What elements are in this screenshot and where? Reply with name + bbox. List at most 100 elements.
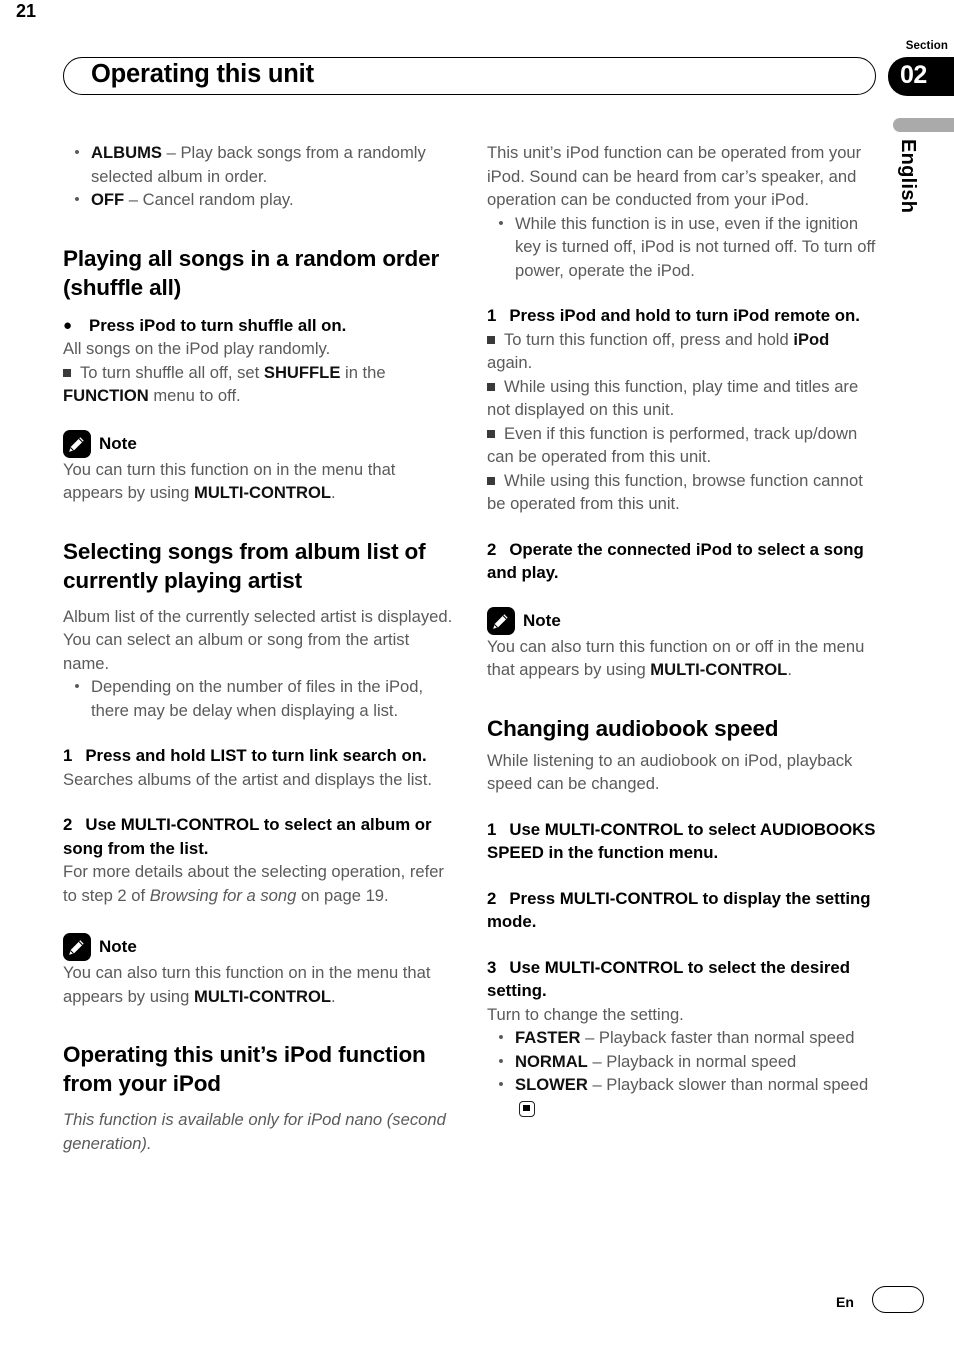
section-number-tab: 02 [888,57,954,96]
step-1-audiobook: 1 Use MULTI-CONTROL to select AUDIOBOOKS … [487,818,878,865]
note-body-post: . [787,660,792,679]
list-item: • NORMAL – Playback in normal speed [487,1050,878,1074]
note-body-post: . [331,483,336,502]
note-header: Note [487,606,878,635]
list-item-text: SLOWER – Playback slower than normal spe… [515,1073,878,1120]
action-shuffle-all: ● Press iPod to turn shuffle all on. [63,314,454,338]
option-dash: – [587,1051,607,1071]
note-title: Note [523,610,561,630]
option-desc: Playback faster than normal speed [598,1028,855,1047]
step-1-note: To turn this function off, press and hol… [487,328,878,375]
note-bold: iPod [793,329,830,349]
language-tab-label: English [897,139,919,214]
note-body: You can turn this function on in the men… [63,458,454,505]
section-number: 02 [900,61,927,89]
step-1-note: While using this function, play time and… [487,375,878,422]
action-text: Press iPod to turn shuffle all on. [89,315,347,335]
list-item-text: While this function is in use, even if t… [515,213,876,280]
step-title: Use MULTI-CONTROL to select an album or … [63,815,432,858]
note-header: Note [63,429,454,458]
step-title: Press iPod and hold to turn iPod remote … [509,306,860,325]
option-dash: – [161,143,181,162]
right-intro: This unit’s iPod function can be operate… [487,143,862,209]
note-pre: While using this function, browse functi… [487,470,863,514]
list-item: • SLOWER – Playback slower than normal s… [487,1073,878,1120]
note-post: menu to off. [148,386,241,405]
step-number: 2 [487,888,497,908]
right-column: This unit’s iPod function can be operate… [487,141,878,1120]
step-1-album-list: 1 Press and hold LIST to turn link search… [63,744,454,768]
shuffle-all-body: All songs on the iPod play randomly. [63,339,331,358]
list-item: • OFF – Cancel random play. [63,188,454,212]
bullet-square-icon [63,368,71,377]
list-item: • Depending on the number of files in th… [63,675,454,722]
list-item: • ALBUMS – Play back songs from a random… [63,141,454,188]
step-2-album-list: 2 Use MULTI-CONTROL to select an album or… [63,813,454,860]
step-title: Use MULTI-CONTROL to select the desired … [487,957,850,1001]
note-pre: To turn this function off, press and hol… [504,329,794,349]
bullet-dot-icon: • [74,144,80,161]
pencil-note-icon [487,606,515,635]
step-1-note: While using this function, browse functi… [487,469,878,516]
list-item-text: NORMAL – Playback in normal speed [515,1050,878,1074]
heading-audiobook-speed: Changing audiobook speed [487,715,779,741]
bullet-square-icon [487,429,495,438]
step-1-ipod-remote: 1 Press iPod and hold to turn iPod remote… [487,304,878,328]
note-mid: in the [340,362,386,382]
heading-album-list: Selecting songs from album list of curre… [63,538,426,593]
list-item-text: Depending on the number of files in the … [91,677,424,720]
note-title: Note [99,433,137,453]
page-number: 21 [15,1,37,21]
step-number: 2 [487,539,497,559]
step-title: Use MULTI-CONTROL to select AUDIOBOOKS S… [487,819,876,863]
step-2-body: For more details about the selecting ope… [63,860,454,907]
page-number-pill [872,1286,924,1313]
note-body: You can also turn this function on in th… [63,961,454,1008]
bullet-dot-icon: • [498,214,504,232]
audiobook-body: While listening to an audiobook on iPod,… [487,750,853,794]
left-column: • ALBUMS – Play back songs from a random… [63,141,454,1155]
option-dash: – [580,1028,599,1047]
album-list-body: Album list of the currently selected art… [63,606,453,673]
heading-shuffle-all: Playing all songs in a random order (shu… [63,245,440,300]
option-term: SLOWER [515,1075,588,1094]
step-title: Press and hold LIST to turn link search … [85,746,427,765]
step-number: 1 [487,306,497,325]
option-dash: – [587,1075,607,1094]
step-1-note: Even if this function is performed, trac… [487,422,878,469]
note-body-bold: MULTI-CONTROL [650,660,788,679]
note-header: Note [63,933,454,961]
step-number: 2 [63,815,73,834]
page-title: Operating this unit [91,60,314,88]
option-term: OFF [91,190,125,209]
note-title: Note [99,937,137,957]
option-dash: – [124,190,143,209]
step-number: 1 [63,746,73,765]
bullet-dot-icon: • [498,1052,504,1070]
note-pre: While using this function, play time and… [487,376,859,420]
step-title: Press MULTI-CONTROL to display the setti… [487,888,871,932]
step-2-ipod-remote: 2 Operate the connected iPod to select a … [487,538,878,585]
bullet-dot-icon: • [498,1076,504,1093]
page-header: Operating this unit [63,57,878,97]
list-item-text: OFF – Cancel random play. [91,188,454,212]
note-post: again. [487,353,533,372]
bullet-dot-icon: • [74,678,80,695]
list-item: • FASTER – Playback faster than normal s… [487,1026,878,1050]
bullet-square-icon [487,382,495,391]
bullet-dot-icon: • [498,1029,504,1046]
end-of-section-marker [519,1100,535,1117]
section-label: Section [905,40,948,52]
bullet-filled-circle-icon: ● [63,316,73,334]
step-1-body: Searches albums of the artist and displa… [63,769,432,789]
note-bold-function: FUNCTION [63,386,149,405]
step-title: Operate the connected iPod to select a s… [487,539,864,583]
ipod-function-body: This function is available only for iPod… [63,1110,446,1153]
option-desc: Playback slower than normal speed [606,1075,869,1094]
option-desc: Playback in normal speed [606,1051,797,1071]
list-item: • While this function is in use, even if… [487,212,878,283]
bullet-square-icon [487,476,495,485]
list-item-text: FASTER – Playback faster than normal spe… [515,1026,878,1050]
heading-ipod-function: Operating this unit’s iPod function from… [63,1042,426,1096]
step-2-audiobook: 2 Press MULTI-CONTROL to display the sett… [487,887,878,934]
